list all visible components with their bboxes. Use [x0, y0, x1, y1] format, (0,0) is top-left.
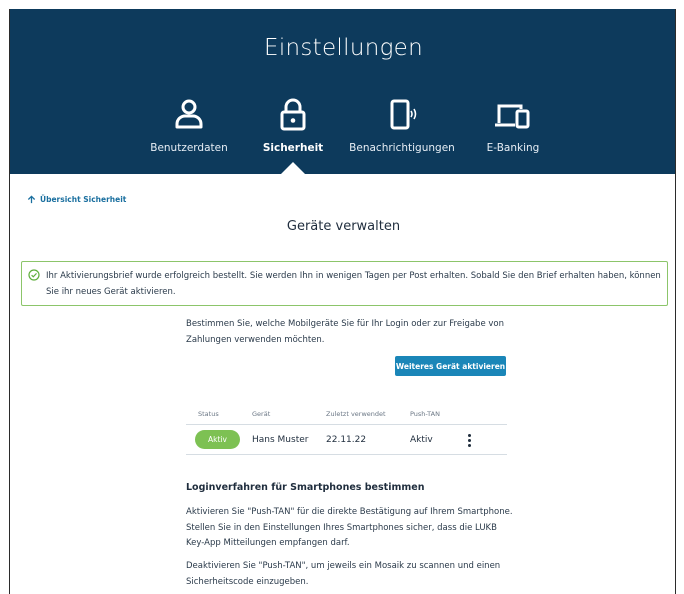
back-link-overview[interactable]: Übersicht Sicherheit — [27, 195, 126, 204]
login-section-heading: Loginverfahren für Smartphones bestimmen — [186, 482, 425, 493]
back-link-label: Übersicht Sicherheit — [40, 195, 127, 204]
more-options-icon[interactable] — [465, 434, 473, 448]
column-header-last-used: Zuletzt verwendet — [326, 410, 386, 418]
nav-label: Sicherheit — [262, 142, 324, 154]
devices-icon — [495, 104, 530, 129]
device-name: Hans Muster — [252, 435, 309, 445]
nav-label: Benachrichtigungen — [349, 142, 455, 154]
table-header-row: Status Gerät Zuletzt verwendet Push-TAN — [186, 403, 507, 425]
column-header-device: Gerät — [252, 410, 271, 418]
arrow-up-icon — [27, 195, 36, 204]
active-tab-indicator — [281, 162, 305, 174]
user-icon — [175, 99, 203, 129]
intro-section: Bestimmen Sie, welche Mobilgeräte Sie fü… — [186, 316, 511, 348]
login-section-paragraph-2: Deaktivieren Sie "Push-TAN", um jeweils … — [186, 561, 501, 587]
intro-text: Bestimmen Sie, welche Mobilgeräte Sie fü… — [186, 319, 505, 345]
alert-message: Ihr Aktivierungsbrief wurde erfolgreich … — [46, 271, 661, 297]
settings-header: Einstellungen Benutzerdaten Sicherheit B… — [10, 9, 675, 174]
nav-label: E-Banking — [486, 142, 540, 154]
table-row: Aktiv Hans Muster 22.11.22 Aktiv — [186, 425, 507, 455]
check-circle-icon — [28, 269, 40, 281]
nav-item-e-banking[interactable]: E-Banking — [453, 97, 573, 154]
activate-device-button[interactable]: Weiteres Gerät aktivieren — [395, 356, 506, 376]
lock-icon — [280, 98, 306, 131]
page-title: Geräte verwalten — [286, 219, 401, 234]
nav-item-benutzerdaten[interactable]: Benutzerdaten — [129, 97, 249, 154]
success-alert: Ihr Aktivierungsbrief wurde erfolgreich … — [21, 261, 668, 306]
phone-notification-icon — [390, 99, 417, 130]
page-header-title: Einstellungen — [263, 35, 423, 61]
settings-page: Einstellungen Benutzerdaten Sicherheit B… — [9, 9, 676, 594]
last-used-date: 22.11.22 — [326, 435, 367, 445]
push-tan-status: Aktiv — [410, 435, 433, 445]
nav-item-sicherheit[interactable]: Sicherheit — [233, 97, 353, 154]
column-header-push-tan: Push-TAN — [410, 410, 440, 418]
column-header-status: Status — [198, 410, 219, 418]
login-section-paragraph-1: Aktivieren Sie "Push-TAN" für die direkt… — [186, 507, 513, 548]
device-table: Status Gerät Zuletzt verwendet Push-TAN … — [186, 403, 507, 455]
nav-label: Benutzerdaten — [150, 142, 228, 154]
status-badge: Aktiv — [195, 430, 240, 449]
nav-item-benachrichtigungen[interactable]: Benachrichtigungen — [342, 97, 462, 154]
